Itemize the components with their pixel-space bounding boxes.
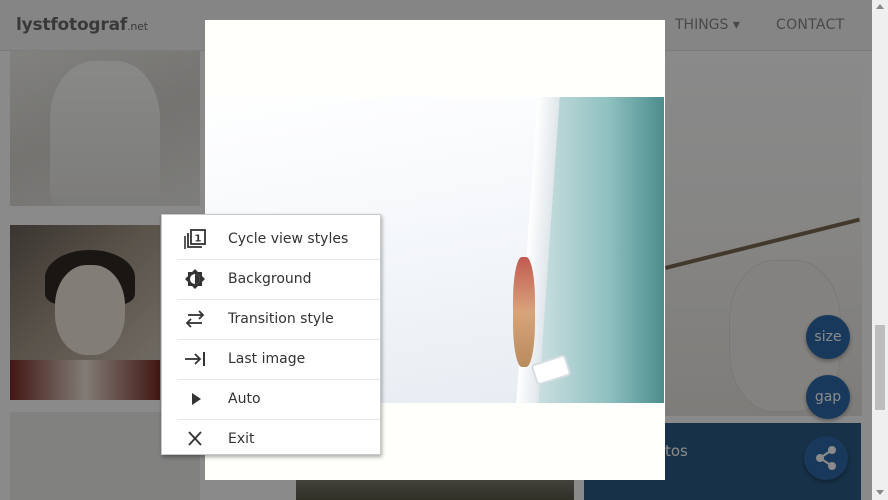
last-image-icon [185,352,205,366]
menu-item-exit[interactable]: Exit [162,419,380,459]
brightness-icon [185,269,205,289]
close-icon [188,431,202,446]
menu-item-background[interactable]: Background [162,259,380,299]
menu-item-label: Exit [228,431,255,447]
swap-horizontal-icon [185,310,205,328]
scroll-down-arrow-icon[interactable] [876,490,884,495]
menu-item-auto[interactable]: Auto [162,379,380,419]
play-icon [192,393,201,405]
menu-item-transition-style[interactable]: Transition style [162,299,380,339]
menu-item-cycle-view-styles[interactable]: 1 Cycle view styles [162,219,380,259]
menu-item-label: Background [228,271,312,287]
menu-item-label: Auto [228,391,261,407]
scroll-up-arrow-icon[interactable] [876,4,884,9]
page-scrollbar[interactable] [872,0,888,500]
lightbox-context-menu: 1 Cycle view styles Background Transitio… [161,214,381,455]
menu-item-label: Last image [228,351,306,367]
menu-item-label: Cycle view styles [228,231,349,247]
cycle-view-styles-icon: 1 [184,229,206,249]
menu-item-label: Transition style [228,311,334,327]
svg-text:1: 1 [195,234,202,245]
menu-item-last-image[interactable]: Last image [162,339,380,379]
scrollbar-thumb[interactable] [875,325,885,410]
